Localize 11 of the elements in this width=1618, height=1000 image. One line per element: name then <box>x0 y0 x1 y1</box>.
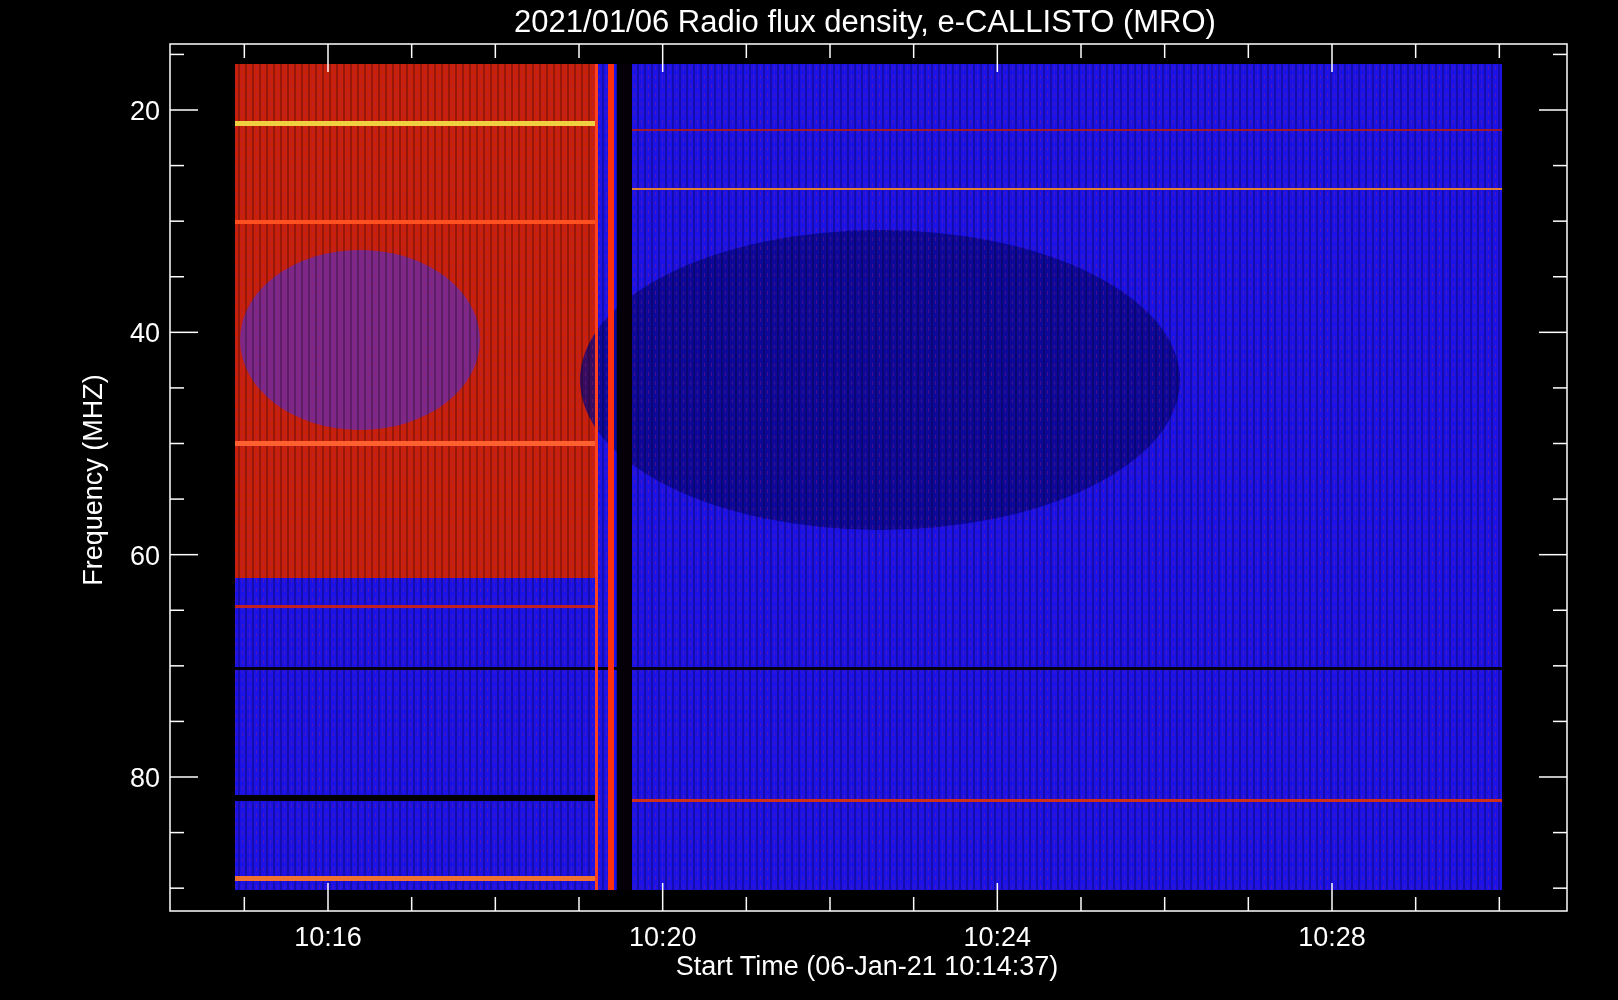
chart-title: 2021/01/06 Radio flux density, e-CALLISTO (MRO) <box>514 4 1216 39</box>
axis-label: Start Time (06-Jan-21 10:14:37) <box>675 951 1059 981</box>
tick-label: 20 <box>129 96 160 126</box>
tick-label: 60 <box>129 540 160 571</box>
tick-label: 40 <box>129 318 160 349</box>
tick-label: 80 <box>129 763 160 793</box>
axis-label: Frequency (MHZ) <box>78 374 108 586</box>
tick-label: 10:20 <box>628 922 697 952</box>
tick-label: 10:16 <box>294 922 362 952</box>
tick-label: 10:28 <box>1298 922 1366 952</box>
tick-label: 10:24 <box>963 922 1032 952</box>
